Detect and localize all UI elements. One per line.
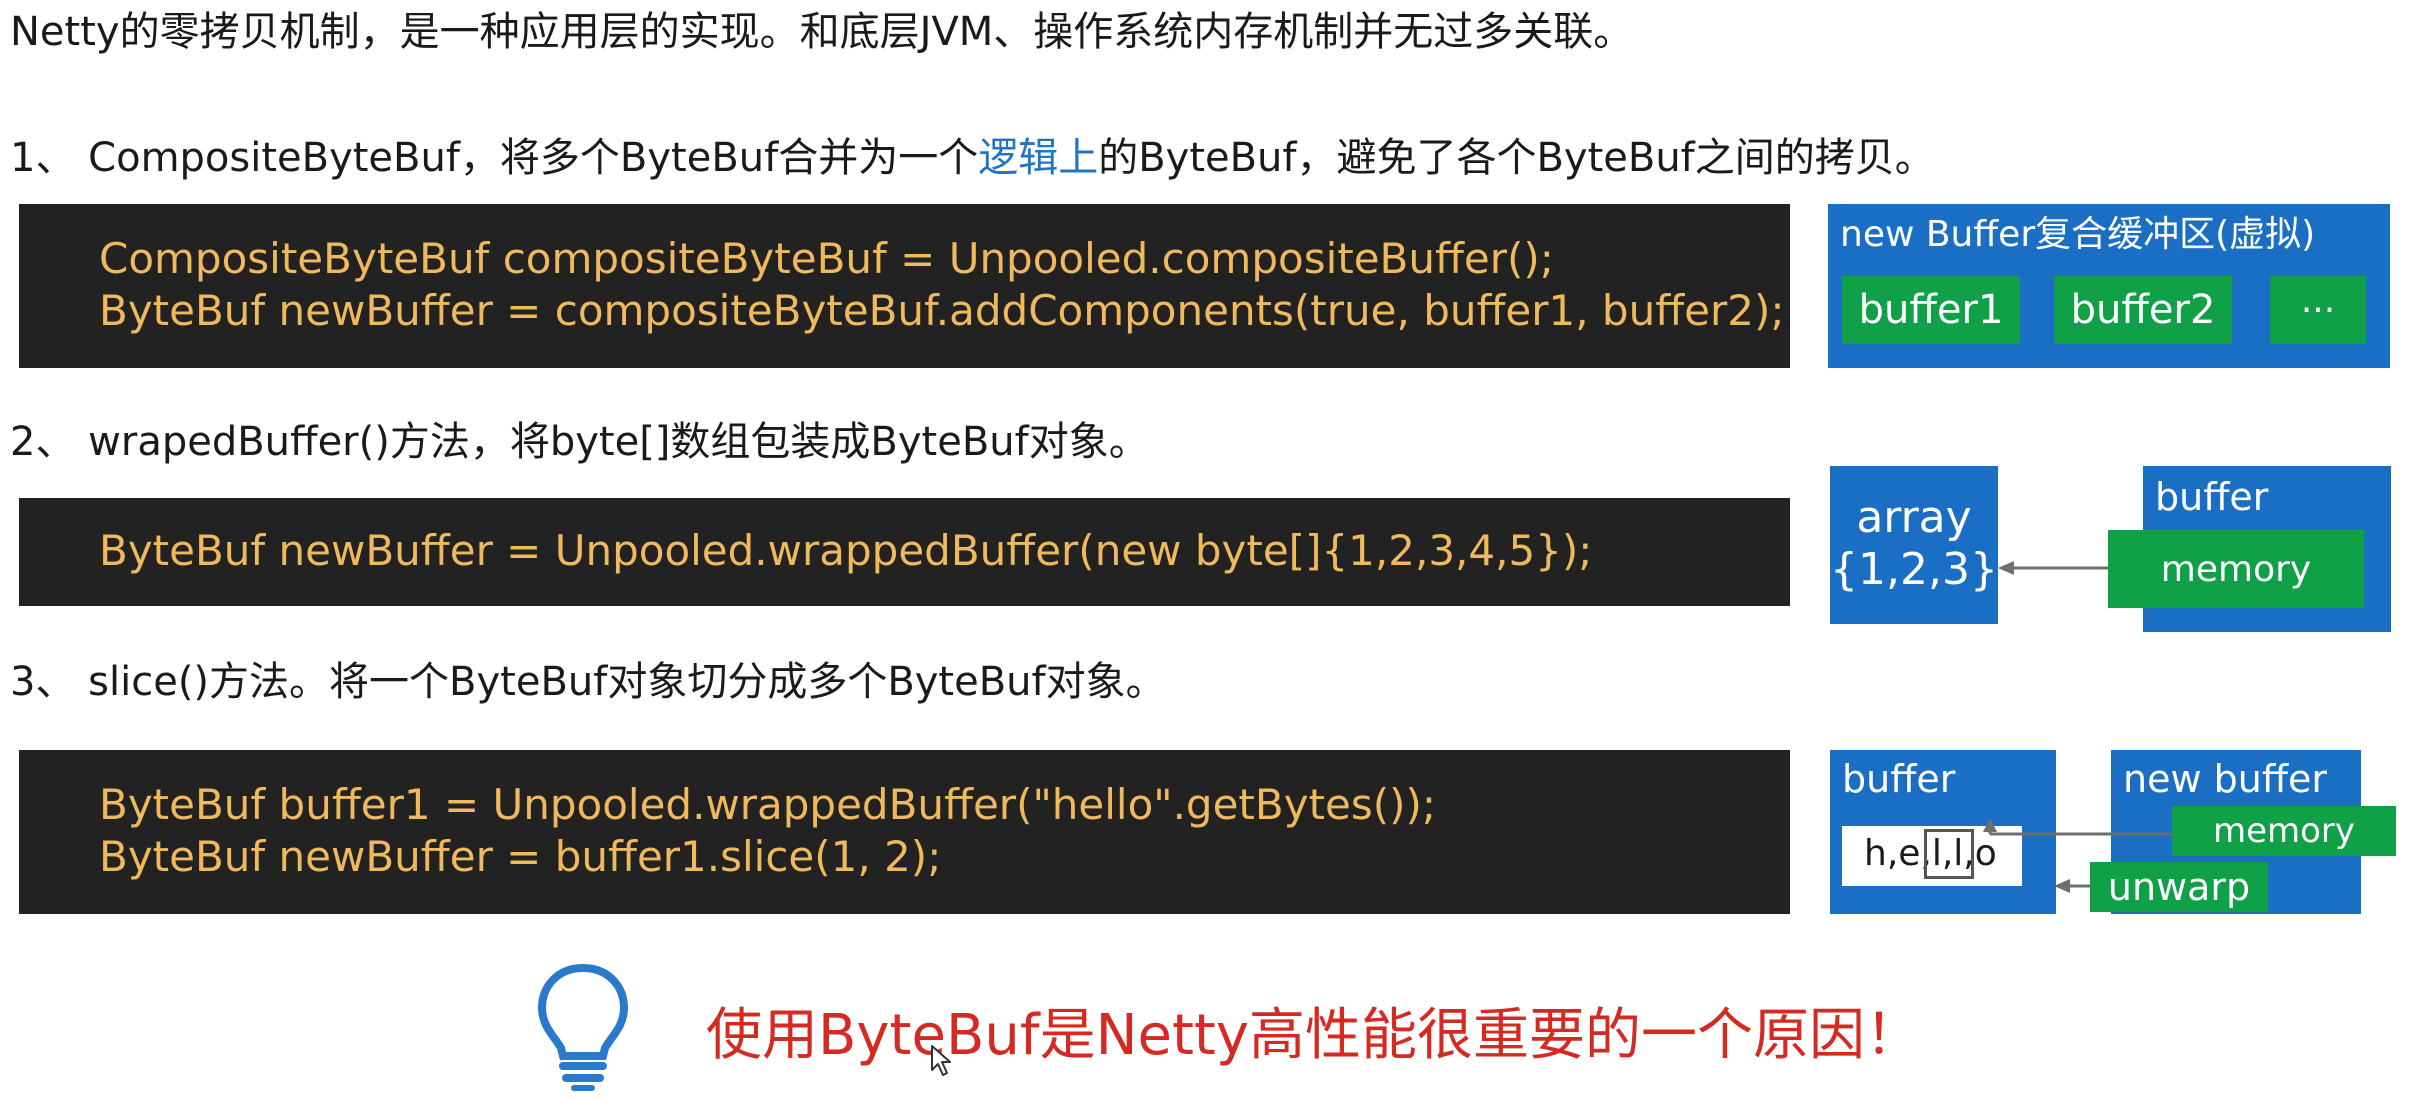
conclusion-text: 使用ByteBuf是Netty高性能很重要的一个原因！ — [706, 1003, 1921, 1068]
slice-arrows — [1983, 818, 2172, 893]
slide: { "intro": "Netty的零拷贝机制，是一种应用层的实现。和底层JVM… — [0, 0, 2409, 1099]
mouse-cursor-icon — [931, 1045, 951, 1076]
lightbulb-icon — [537, 963, 629, 1091]
